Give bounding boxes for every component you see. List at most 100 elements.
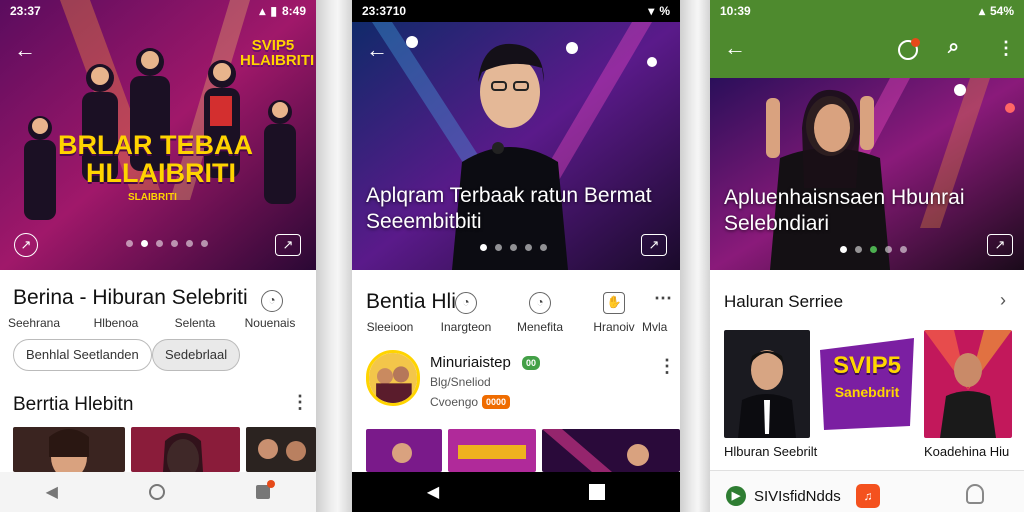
channel-name[interactable]: Minuriaistep [430,354,511,371]
carousel-dot[interactable] [855,246,862,253]
carousel-dots[interactable] [126,240,208,247]
card-caption: Hlburan Seebrilt [724,444,818,459]
video-thumbnail[interactable] [246,427,316,472]
bottom-label[interactable]: SIVIsfidNdds [754,488,841,505]
action-0[interactable]: Seehrana [2,316,66,330]
action-label: Mvla [642,320,668,334]
action-3[interactable]: Hranoiv [582,320,646,334]
share-button[interactable]: ↗ [987,234,1013,256]
video-thumbnail[interactable] [542,429,680,472]
carousel-dot[interactable] [840,246,847,253]
action-label: Menefita [516,320,564,334]
thumbnail-image [13,427,125,472]
video-thumbnail[interactable] [366,429,442,472]
carousel-dot[interactable] [171,240,178,247]
status-icons: ▾ % [648,4,670,18]
play-icon[interactable]: ▶ [726,486,746,506]
action-0[interactable]: Sleeioon [358,320,422,334]
carousel-dot[interactable] [510,244,517,251]
system-nav-bar: ◀ [0,472,316,512]
action-3[interactable]: Nouenais [238,316,302,330]
page-title: Bentia Hli [366,290,456,313]
nav-home-icon[interactable] [149,484,166,500]
video-thumbnail[interactable] [448,429,536,472]
status-time: 10:39 [720,4,751,18]
nav-recents-icon[interactable] [589,484,606,500]
carousel-dot[interactable] [186,240,193,247]
poster-card[interactable] [924,330,1012,438]
thumbnail-image [366,429,442,472]
share-button[interactable]: ↗ [641,234,667,256]
action-2[interactable]: Menefita [508,320,572,334]
carousel-dot[interactable] [156,240,163,247]
carousel-dot[interactable] [480,244,487,251]
action-4[interactable]: Mvla [642,320,680,334]
share-icon: ↗ [994,237,1006,252]
more-icon[interactable]: ⋮ [291,392,309,413]
action-top-icon[interactable]: ◔ [261,290,283,318]
clock-icon: ◔ [529,292,551,314]
notification-dot [267,480,276,488]
expand-button[interactable]: ↗ [14,233,38,257]
more-icon[interactable]: ⋮ [658,356,676,377]
verified-badge: 00 [522,356,541,370]
back-button[interactable]: ← [720,34,750,64]
filter-chip[interactable]: Benhlal Seetlanden [13,339,152,371]
share-button[interactable]: ↗ [275,234,301,256]
carousel-dot[interactable] [495,244,502,251]
action-top-icon[interactable]: ✋ [603,292,625,320]
filter-chip-selected[interactable]: Sedebrlaal [152,339,241,371]
status-time: 23:37 [10,4,41,18]
promo-logo: SVIP5 [832,352,902,379]
back-button[interactable]: ← [362,36,392,66]
action-top-icon[interactable]: ◔ [455,292,477,320]
share-icon: ↗ [648,237,660,252]
bell-icon[interactable] [966,484,984,504]
notification-icon[interactable] [898,38,920,60]
video-thumbnail[interactable] [13,427,125,472]
status-right: 54% [989,4,1014,18]
thumbnail-image [246,427,316,472]
carousel-dot[interactable] [900,246,907,253]
action-label: Hlbenoa [93,316,139,330]
action-top-icon[interactable]: ◔ [529,292,551,320]
search-icon[interactable]: ⌕ [948,36,959,59]
more-icon[interactable]: ⋮ [997,38,1015,59]
status-bar: 10:39 ▴ 54% [710,0,1024,22]
more-icon[interactable]: ⋯ [654,288,672,309]
thumbnail-image [448,429,536,472]
carousel-dot[interactable] [141,240,148,247]
action-1[interactable]: Inargteon [434,320,498,334]
video-thumbnail[interactable] [131,427,240,472]
hero-banner[interactable] [710,78,1024,270]
avatar[interactable] [366,350,420,406]
promo-subtitle: Sanebdrit [834,384,900,400]
avatar-image [369,353,417,403]
nav-back-icon[interactable]: ◀ [427,482,439,502]
carousel-dot[interactable] [885,246,892,253]
status-icons: ▴ 54% [979,4,1014,18]
arrow-left-icon: ← [366,37,388,62]
action-2[interactable]: Selenta [163,316,227,330]
nav-recents-icon[interactable] [256,480,276,499]
chevron-right-icon[interactable]: › [1000,290,1006,311]
carousel-dots[interactable] [480,244,547,251]
action-label: Nouenais [244,316,296,330]
poster-card[interactable] [724,330,810,438]
back-button[interactable]: ← [10,36,40,66]
app-icon[interactable]: ♫ [856,484,880,508]
card-caption: Koadehina Hiu [924,444,1010,459]
carousel-dot[interactable] [870,246,877,253]
page-title: Berina - Hiburan Selebriti [13,286,248,309]
nav-back-icon[interactable]: ◀ [46,482,58,502]
carousel-dot[interactable] [126,240,133,247]
carousel-dots[interactable] [840,246,907,253]
carousel-dot[interactable] [540,244,547,251]
carousel-dot[interactable] [201,240,208,247]
carousel-dot[interactable] [525,244,532,251]
battery-icon: ▮ [270,4,277,18]
share-icon: ↗ [282,237,294,252]
action-1[interactable]: Hlbenoa [84,316,148,330]
phone-screen-3: 10:39 ▴ 54% ← ⌕ ⋮ Apluenhaisnsaen Hbunra… [710,0,1024,512]
promo-card[interactable]: SVIP5 Sanebdrit [814,330,920,438]
